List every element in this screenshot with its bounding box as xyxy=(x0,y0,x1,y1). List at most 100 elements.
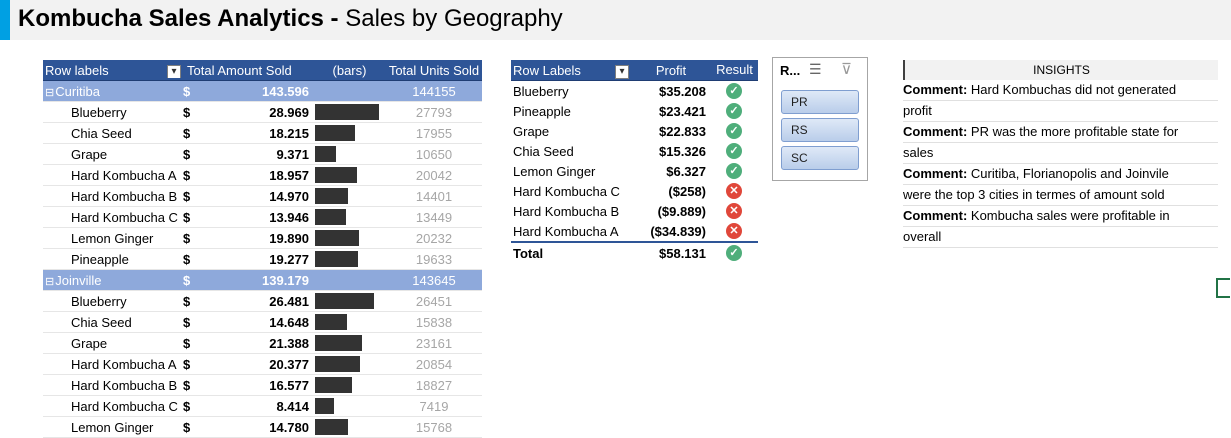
pivot1-item-row[interactable]: Pineapple $19.277 19633 xyxy=(43,249,482,270)
pivot1-item-row[interactable]: Lemon Ginger $19.890 20232 xyxy=(43,228,482,249)
currency-symbol: $ xyxy=(183,251,191,267)
amount-bar xyxy=(315,419,348,435)
pivot2-row[interactable]: Blueberry $35.208 ✓ xyxy=(511,81,758,101)
insights-header: INSIGHTS xyxy=(903,60,1218,80)
pivot1-item-row[interactable]: Grape $9.371 10650 xyxy=(43,144,482,165)
result-header[interactable]: Result xyxy=(711,60,758,80)
group-label[interactable]: ⊟Curitiba xyxy=(43,84,183,99)
pivot2-row[interactable]: Pineapple $23.421 ✓ xyxy=(511,101,758,121)
pivot1-item-row[interactable]: Hard Kombucha B $16.577 18827 xyxy=(43,375,482,396)
item-units: 10650 xyxy=(415,146,453,162)
pivot2-total-row[interactable]: Total $58.131 ✓ xyxy=(511,241,758,263)
insight-comment-label: Comment: xyxy=(903,208,968,223)
sort-dropdown-icon[interactable]: ▾ xyxy=(615,64,629,79)
pivot1-item-row[interactable]: Chia Seed $14.648 15838 xyxy=(43,312,482,333)
insight-line: sales xyxy=(903,143,1218,164)
total-units-header[interactable]: Total Units Sold xyxy=(386,63,482,78)
group-label[interactable]: ⊟Joinville xyxy=(43,273,183,288)
row-result: ✓ xyxy=(711,81,758,101)
insight-line: overall xyxy=(903,227,1218,248)
item-label: Pineapple xyxy=(71,251,129,267)
item-bar-cell xyxy=(313,354,386,374)
item-label: Hard Kombucha A xyxy=(71,167,177,183)
item-units: 20854 xyxy=(415,356,453,372)
item-bar-cell xyxy=(313,228,386,248)
total-amount-header[interactable]: Total Amount Sold xyxy=(183,63,313,78)
pivot1-item-row[interactable]: Hard Kombucha A $20.377 20854 xyxy=(43,354,482,375)
item-amount: 19.890 xyxy=(269,230,309,246)
pivot1-item-row[interactable]: Chia Seed $18.215 17955 xyxy=(43,123,482,144)
currency-symbol: $ xyxy=(183,335,191,351)
amount-bar xyxy=(315,188,348,204)
item-units: 7419 xyxy=(419,398,449,414)
filter-dropdown-icon[interactable]: ▾ xyxy=(167,64,181,78)
amount-bar xyxy=(315,293,374,309)
item-label: Grape xyxy=(71,335,108,351)
multiselect-icon[interactable]: ☰ xyxy=(809,61,822,78)
pivot1-group-row[interactable]: ⊟Joinville $139.179 143645 xyxy=(43,270,482,291)
pivot1-item-row[interactable]: Blueberry $26.481 26451 xyxy=(43,291,482,312)
bars-header[interactable]: (bars) xyxy=(313,63,386,78)
pivot1-item-row[interactable]: Grape $21.388 23161 xyxy=(43,333,482,354)
clear-filter-icon[interactable]: ⊽ xyxy=(841,60,852,78)
item-amount: 13.946 xyxy=(269,209,309,225)
pivot1-row-labels-header[interactable]: Row labels ▾ xyxy=(43,63,183,78)
currency-symbol: $ xyxy=(183,188,191,204)
currency-symbol: $ xyxy=(183,146,191,162)
currency-symbol: $ xyxy=(183,104,191,120)
pivot2-row[interactable]: Lemon Ginger $6.327 ✓ xyxy=(511,161,758,181)
currency-symbol: $ xyxy=(183,209,191,225)
active-cell-selection[interactable] xyxy=(1216,278,1230,298)
item-bar-cell xyxy=(313,291,386,311)
profit-pivot-table[interactable]: Row Labels ▾ Profit Result Blueberry $35.… xyxy=(511,60,758,263)
pivot2-row[interactable]: Grape $22.833 ✓ xyxy=(511,121,758,141)
group-name: Curitiba xyxy=(55,83,101,99)
row-result: ✓ xyxy=(711,101,758,121)
item-units: 20042 xyxy=(415,167,453,183)
item-units: 17955 xyxy=(415,125,453,141)
profit-header[interactable]: Profit xyxy=(631,63,711,78)
currency-symbol: $ xyxy=(183,125,191,141)
pivot2-row[interactable]: Hard Kombucha C ($258) ✕ xyxy=(511,181,758,201)
slicer-item-rs[interactable]: RS xyxy=(781,118,859,142)
state-slicer[interactable]: R... ☰ ⊽ PR RS SC xyxy=(772,57,868,181)
pivot2-row[interactable]: Hard Kombucha A ($34.839) ✕ xyxy=(511,221,758,241)
item-label: Lemon Ginger xyxy=(71,230,154,246)
item-units: 13449 xyxy=(415,209,453,225)
insight-line: Comment: PR was the more profitable stat… xyxy=(903,122,1218,143)
total-label: Total xyxy=(513,245,544,261)
pivot1-item-row[interactable]: Lemon Ginger $14.780 15768 xyxy=(43,417,482,438)
check-circle-icon: ✓ xyxy=(726,83,742,99)
amount-bar xyxy=(315,125,355,141)
item-amount: 19.277 xyxy=(269,251,309,267)
row-label: Blueberry xyxy=(513,83,569,99)
pivot1-group-row[interactable]: ⊟Curitiba $143.596 144155 xyxy=(43,81,482,102)
pivot2-row[interactable]: Chia Seed $15.326 ✓ xyxy=(511,141,758,161)
item-amount: 18.957 xyxy=(269,167,309,183)
amount-bar xyxy=(315,251,358,267)
slicer-item-pr[interactable]: PR xyxy=(781,90,859,114)
item-label: Hard Kombucha A xyxy=(71,356,177,372)
item-label: Hard Kombucha C xyxy=(71,398,178,414)
pivot1-item-row[interactable]: Hard Kombucha C $13.946 13449 xyxy=(43,207,482,228)
collapse-icon[interactable]: ⊟ xyxy=(45,275,54,288)
pivot1-item-row[interactable]: Hard Kombucha C $8.414 7419 xyxy=(43,396,482,417)
amount-bar xyxy=(315,230,359,246)
collapse-icon[interactable]: ⊟ xyxy=(45,86,54,99)
item-bar-cell xyxy=(313,333,386,353)
pivot1-item-row[interactable]: Hard Kombucha A $18.957 20042 xyxy=(43,165,482,186)
row-profit: $6.327 xyxy=(666,163,706,179)
item-amount: 28.969 xyxy=(269,104,309,120)
insight-text: Kombucha sales were profitable in xyxy=(967,208,1170,223)
slicer-item-sc[interactable]: SC xyxy=(781,146,859,170)
pivot1-item-row[interactable]: Hard Kombucha B $14.970 14401 xyxy=(43,186,482,207)
amount-bar xyxy=(315,104,379,120)
item-bar-cell xyxy=(313,249,386,269)
pivot2-row[interactable]: Hard Kombucha B ($9.889) ✕ xyxy=(511,201,758,221)
item-amount: 14.648 xyxy=(269,314,309,330)
pivot2-body: Blueberry $35.208 ✓ Pineapple $23.421 ✓ Grape $… xyxy=(511,81,758,241)
pivot2-row-labels-header[interactable]: Row Labels ▾ xyxy=(511,63,631,79)
pivot1-item-row[interactable]: Blueberry $28.969 27793 xyxy=(43,102,482,123)
amount-pivot-table[interactable]: Row labels ▾ Total Amount Sold (bars) To… xyxy=(43,60,482,438)
item-label: Blueberry xyxy=(71,104,127,120)
